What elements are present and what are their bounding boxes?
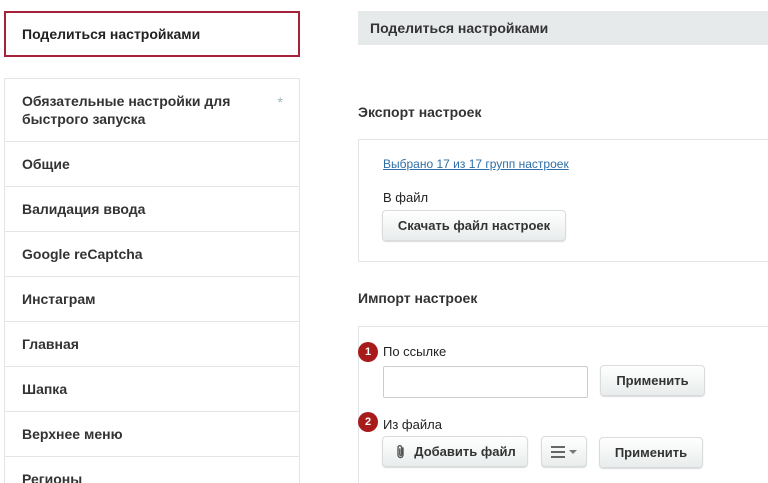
apply-file-button[interactable]: Применить — [599, 437, 703, 468]
paperclip-icon — [397, 444, 404, 458]
apply-file-button-label: Применить — [614, 445, 688, 460]
sidebar-item-input-validation[interactable]: Валидация ввода — [5, 187, 299, 232]
chevron-down-icon — [569, 449, 577, 454]
sidebar-item-label: Регионы — [22, 471, 83, 483]
import-section-title: Импорт настроек — [358, 290, 478, 306]
sidebar-item-label: Инстаграм — [22, 291, 96, 307]
sidebar-item-label: Главная — [22, 336, 79, 352]
apply-link-button-label: Применить — [616, 373, 689, 388]
sidebar-item-label: Верхнее меню — [22, 426, 123, 442]
asterisk-icon: * — [277, 94, 283, 110]
from-file-label: Из файла — [383, 417, 442, 432]
settings-url-input[interactable] — [383, 366, 588, 398]
sidebar-item-label: Обязательные настройки для быстрого запу… — [22, 93, 231, 127]
sidebar-item-label: Шапка — [22, 381, 68, 397]
step-2-badge: 2 — [358, 412, 378, 432]
add-file-button[interactable]: Добавить файл — [382, 436, 528, 467]
sidebar-item-home[interactable]: Главная — [5, 322, 299, 367]
step-1-badge: 1 — [358, 342, 378, 362]
sidebar-item-label: Валидация ввода — [22, 201, 146, 217]
tab-share-settings[interactable]: Поделиться настройками — [4, 11, 300, 57]
sidebar-item-label: Google reCaptcha — [22, 246, 143, 262]
sidebar-item-label: Общие — [22, 156, 70, 172]
sidebar-item-regions[interactable]: Регионы — [5, 457, 299, 483]
sidebar-item-general[interactable]: Общие — [5, 142, 299, 187]
sidebar-item-top-menu[interactable]: Верхнее меню — [5, 412, 299, 457]
page-header: Поделиться настройками — [358, 11, 768, 45]
file-options-dropdown[interactable] — [541, 436, 587, 467]
to-file-label: В файл — [383, 190, 429, 205]
sidebar-item-instagram[interactable]: Инстаграм — [5, 277, 299, 322]
sidebar-item-header[interactable]: Шапка — [5, 367, 299, 412]
export-section-title: Экспорт настроек — [358, 104, 482, 120]
page-title: Поделиться настройками — [370, 20, 549, 36]
tab-share-settings-label: Поделиться настройками — [22, 26, 201, 42]
add-file-button-label: Добавить файл — [414, 444, 516, 459]
sidebar-item-required-settings[interactable]: Обязательные настройки для быстрого запу… — [5, 79, 299, 142]
download-settings-button-label: Скачать файл настроек — [397, 218, 551, 233]
download-settings-button[interactable]: Скачать файл настроек — [382, 210, 566, 241]
by-link-label: По ссылке — [383, 344, 447, 359]
settings-sidebar-menu: Обязательные настройки для быстрого запу… — [4, 78, 300, 483]
apply-link-button[interactable]: Применить — [600, 365, 705, 396]
menu-icon — [551, 445, 565, 458]
selected-groups-link[interactable]: Выбрано 17 из 17 групп настроек — [383, 157, 569, 171]
sidebar-item-recaptcha[interactable]: Google reCaptcha — [5, 232, 299, 277]
